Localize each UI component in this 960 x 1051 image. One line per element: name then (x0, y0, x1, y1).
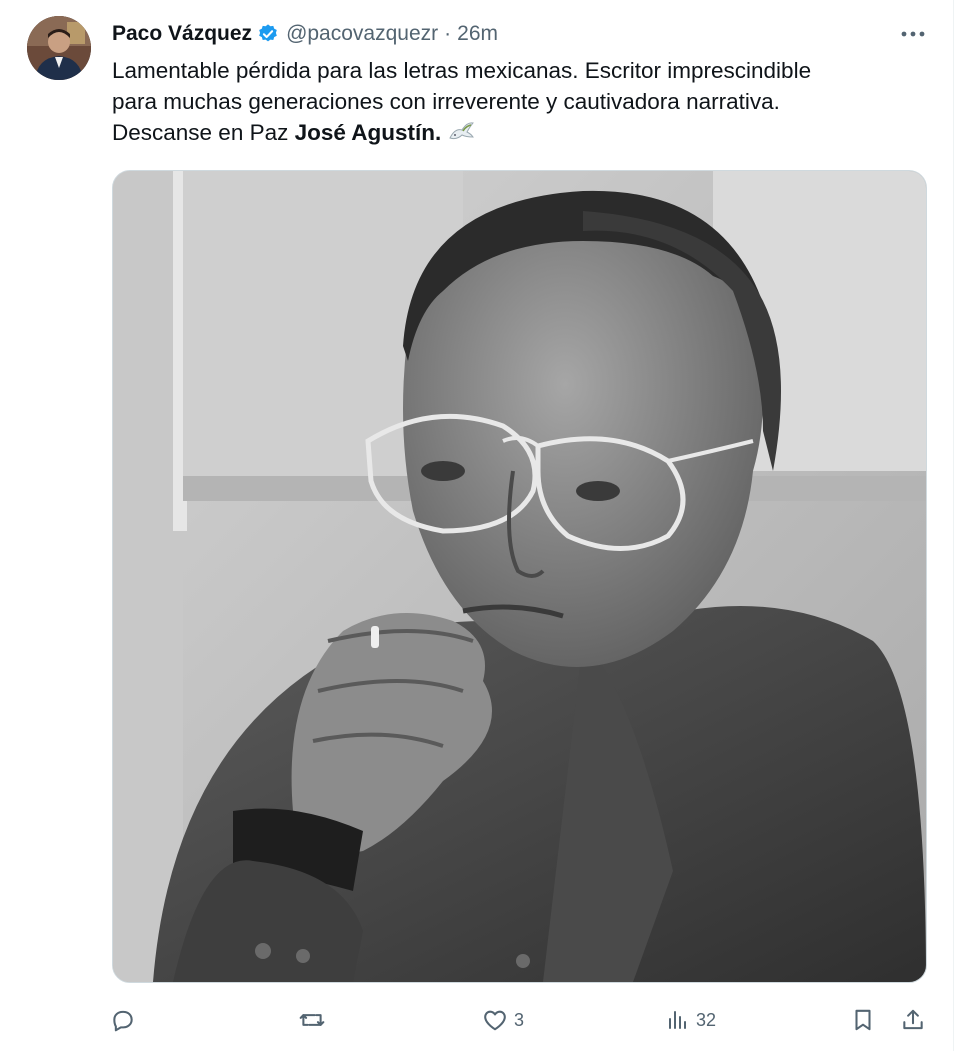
bookmark-button[interactable] (851, 1000, 875, 1040)
like-count: 3 (514, 1009, 525, 1030)
views-icon (666, 1008, 690, 1032)
like-button[interactable]: 3 (482, 1000, 524, 1040)
tweet-text: Lamentable pérdida para las letras mexic… (112, 55, 912, 152)
tweet-text-prefix: Descanse en Paz (112, 120, 295, 145)
avatar[interactable] (27, 16, 91, 80)
reply-button[interactable] (110, 1000, 142, 1040)
tweet-text-line: Lamentable pérdida para las letras mexic… (112, 58, 812, 83)
views-button[interactable]: 32 (666, 1000, 716, 1040)
share-button[interactable] (900, 1000, 926, 1040)
retweet-button[interactable] (298, 1000, 332, 1040)
tweet-text-line: Descanse en Paz José Agustín. (112, 117, 912, 152)
retweet-icon (298, 1007, 326, 1033)
timestamp[interactable]: 26m (457, 22, 498, 46)
tweet-text-bold-name: José Agustín. (294, 120, 442, 145)
views-count: 32 (696, 1009, 717, 1030)
tweet-text-line: para muchas generaciones con irreverente… (112, 89, 780, 114)
tweet-header: Paco Vázquez @pacovazquezr · 26m (112, 19, 498, 49)
more-icon[interactable] (896, 20, 930, 48)
verified-badge-icon (257, 23, 279, 45)
tweet-card[interactable]: Paco Vázquez @pacovazquezr · 26m Lamenta… (0, 0, 954, 1051)
bookmark-icon (851, 1007, 875, 1033)
reply-icon (110, 1007, 136, 1033)
share-icon (900, 1007, 926, 1033)
dove-emoji-icon (447, 120, 475, 152)
author-handle[interactable]: @pacovazquezr (286, 22, 438, 46)
like-icon (482, 1007, 508, 1033)
separator-dot: · (444, 22, 452, 45)
display-name[interactable]: Paco Vázquez (112, 22, 252, 46)
tweet-actions: 3 32 (108, 1000, 934, 1040)
tweet-photo[interactable] (112, 170, 927, 983)
